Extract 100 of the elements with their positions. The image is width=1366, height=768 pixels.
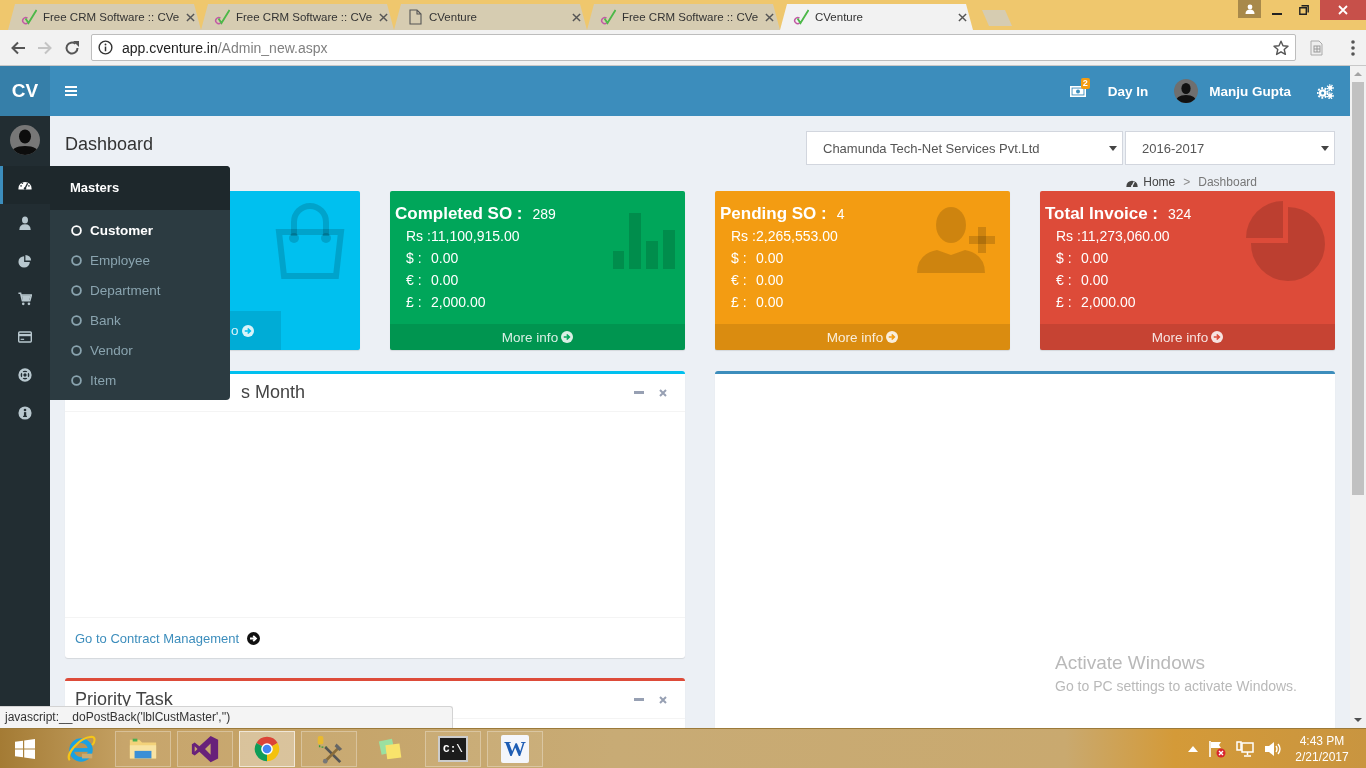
close-icon — [1338, 5, 1348, 15]
user-name-link[interactable]: Manju Gupta — [1209, 83, 1291, 99]
clock-date[interactable]: 2/21/2017 — [1294, 748, 1350, 765]
avatar-icon — [10, 125, 40, 155]
taskbar-app[interactable]: C:\ — [425, 730, 481, 767]
amount-line: £ : 2,000.00 — [1055, 293, 1136, 312]
page-title: Dashboard — [65, 133, 154, 155]
card-title: Pending SO : — [720, 204, 827, 224]
caret-up-icon[interactable] — [1188, 745, 1198, 752]
taskbar-app[interactable] — [301, 730, 357, 767]
taskbar-app[interactable] — [177, 730, 233, 767]
taskbar-app[interactable] — [239, 730, 295, 767]
amount-line: € : 0.00 — [1055, 271, 1109, 290]
close-icon[interactable] — [765, 12, 774, 22]
close-icon[interactable] — [572, 12, 581, 22]
page-grid-icon[interactable] — [1309, 39, 1325, 56]
scrollbar-track[interactable] — [1350, 66, 1366, 728]
card-title: Total Invoice : — [1045, 204, 1159, 224]
contract-link[interactable]: Go to Contract Management — [75, 630, 261, 646]
amount-line: £ : 2,000.00 — [405, 293, 486, 312]
flag-icon[interactable] — [1208, 739, 1226, 758]
e-logo-icon — [66, 733, 96, 764]
amount-line: Rs :11,273,060.00 — [1055, 227, 1170, 246]
restore-icon — [1298, 5, 1309, 15]
arrow-circle-icon — [886, 331, 899, 343]
notification-badge: 2 — [1080, 77, 1090, 89]
terminal-logo: C:\ — [438, 735, 468, 762]
submenu-item[interactable]: Customer — [50, 215, 230, 245]
circle-icon — [71, 224, 82, 236]
submenu-item[interactable]: Department — [50, 275, 230, 305]
submenu-item[interactable]: Item — [50, 365, 230, 395]
network-icon[interactable] — [1236, 739, 1254, 758]
user-icon — [18, 216, 32, 230]
box-title: s Month — [241, 382, 306, 403]
browser-tab[interactable]: CVenture — [780, 4, 973, 30]
caret-icon — [1109, 146, 1117, 151]
taskbar-app[interactable] — [115, 730, 171, 767]
breadcrumb-separator: > — [1183, 174, 1191, 190]
close-icon[interactable] — [958, 12, 967, 22]
browser-tab[interactable]: Free CRM Software :: CVe — [8, 4, 201, 30]
more-info-link[interactable]: More info — [390, 324, 685, 350]
windows-logo-icon — [15, 738, 35, 759]
card-title: Completed SO : — [395, 204, 523, 224]
sidebar-item[interactable] — [0, 166, 50, 204]
person-icon — [1244, 4, 1255, 14]
circle-icon — [71, 314, 82, 326]
arrow-circle-icon — [247, 631, 261, 645]
card-count: 289 — [532, 206, 556, 222]
submenu-heading: Masters — [50, 166, 230, 210]
reload-icon[interactable] — [64, 39, 80, 56]
close-icon[interactable] — [379, 12, 388, 22]
more-info-link[interactable]: More info — [715, 324, 1010, 350]
back-icon[interactable] — [10, 39, 26, 56]
address-bar[interactable]: app.cventure.in/Admin_new.aspx — [91, 34, 1296, 61]
circle-icon — [71, 344, 82, 356]
company-select[interactable]: Chamunda Tech-Net Services Pvt.Ltd — [806, 131, 1123, 165]
browser-tab[interactable]: Free CRM Software :: CVe — [201, 4, 394, 30]
circle-icon — [71, 284, 82, 296]
info-icon — [98, 40, 113, 55]
app-logo[interactable]: CV — [0, 66, 50, 116]
submenu-item[interactable]: Vendor — [50, 335, 230, 365]
kebab-menu-icon[interactable] — [1351, 39, 1355, 56]
more-info-link[interactable]: More info — [1040, 324, 1335, 350]
banknote-icon[interactable] — [1069, 85, 1086, 97]
settings-icon[interactable] — [1317, 83, 1334, 99]
submenu-item[interactable]: Employee — [50, 245, 230, 275]
circle-icon — [71, 374, 82, 386]
more-info-link[interactable]: o — [230, 311, 281, 350]
amount-line: € : 0.00 — [730, 271, 784, 290]
amount-line: Rs :11,100,915.00 — [405, 227, 520, 246]
scrollbar-thumb[interactable] — [1352, 82, 1364, 495]
breadcrumb-current: Dashboard — [1198, 174, 1257, 190]
browser-tab[interactable]: CVenture — [394, 4, 587, 30]
amount-line: $ : 0.00 — [1055, 249, 1109, 268]
close-button[interactable] — [1320, 0, 1366, 20]
star-icon[interactable] — [1273, 39, 1289, 56]
pie-chart-icon — [1246, 201, 1328, 281]
checkmark-icon — [21, 9, 37, 25]
amount-line: $ : 0.00 — [405, 249, 459, 268]
activation-title: Activate Windows — [1055, 652, 1206, 674]
life-ring-icon — [18, 368, 32, 382]
breadcrumb-link[interactable]: Home — [1126, 174, 1176, 190]
year-select[interactable]: 2016-2017 — [1125, 131, 1335, 165]
browser-tab[interactable]: Free CRM Software :: CVe — [587, 4, 780, 30]
submenu-item[interactable]: Bank — [50, 305, 230, 335]
arrow-circle-icon — [561, 331, 574, 343]
close-icon[interactable] — [186, 12, 195, 22]
speaker-icon[interactable] — [1264, 739, 1282, 758]
taskbar-app[interactable]: W — [487, 730, 543, 767]
amount-line: £ : 0.00 — [730, 293, 784, 312]
caret-icon — [1321, 146, 1329, 151]
activation-text: Go to PC settings to activate Windows. — [1055, 677, 1297, 696]
clock-time[interactable]: 4:43 PM — [1294, 732, 1350, 749]
checkmark-icon — [214, 9, 230, 25]
avatar-icon — [1174, 79, 1199, 103]
pie-chart-icon — [18, 254, 32, 268]
arrow-circle-icon — [241, 324, 254, 337]
bowtie-logo-icon — [190, 733, 220, 764]
menu-icon[interactable] — [65, 86, 77, 96]
day-in-link[interactable]: Day In — [1107, 83, 1149, 99]
